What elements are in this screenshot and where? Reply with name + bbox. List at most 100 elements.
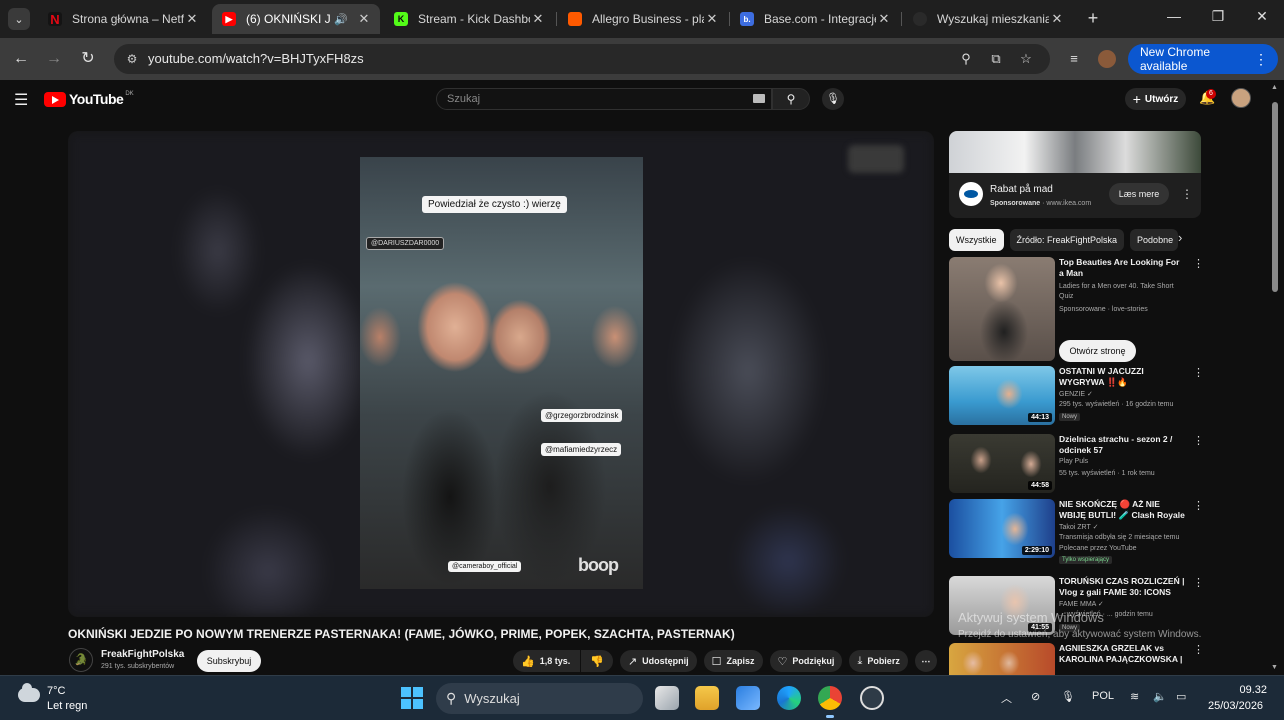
clock-time[interactable]: 09.32 — [1239, 684, 1267, 696]
url-text[interactable]: youtube.com/watch?v=BHJTyxFH8zs — [148, 51, 364, 66]
tab-base[interactable]: b. Base.com - Integracje ✕ — [730, 4, 900, 34]
kebab-menu-icon[interactable]: ⋮ — [1193, 434, 1204, 447]
like-button[interactable]: 👍 1,8 tys. — [513, 650, 581, 672]
list-item[interactable]: AGNIESZKA GRZELAK vs KAROLINA PAJĄCZKOWS… — [949, 643, 1209, 675]
subscriber-count: 291 tys. subskrybentów — [101, 663, 175, 670]
edge-icon[interactable] — [777, 686, 801, 710]
clock-date[interactable]: 25/03/2026 — [1208, 700, 1263, 712]
weather-description[interactable]: Let regn — [47, 700, 87, 712]
windows-start-icon[interactable] — [401, 687, 423, 709]
youtube-logo[interactable]: YouTube DK — [44, 91, 134, 107]
media-control-icon[interactable]: ≡ — [1063, 48, 1085, 70]
cloud-rain-icon[interactable] — [18, 683, 40, 702]
forward-icon[interactable]: → — [43, 48, 65, 70]
video-player[interactable]: Powiedział że czysto :) wierzę @DARIUSZD… — [68, 131, 934, 617]
maximize-icon[interactable]: ❐ — [1208, 8, 1228, 25]
search-button[interactable]: ⚲ — [772, 88, 810, 110]
file-explorer-icon[interactable] — [695, 686, 719, 710]
network-off-icon[interactable]: ⊘ — [1031, 690, 1040, 703]
wifi-icon[interactable]: ≋ — [1130, 690, 1139, 703]
kebab-menu-icon[interactable]: ⋮ — [1193, 576, 1204, 589]
reload-icon[interactable]: ↻ — [77, 48, 99, 70]
tab-youtube[interactable]: ▶ (6) OKNIŃSKI JEDZIE 🔊 ✕ — [212, 4, 380, 34]
bookmark-star-icon[interactable]: ☆ — [1017, 50, 1035, 68]
kebab-menu-icon[interactable]: ⋮ — [1193, 643, 1204, 656]
share-button[interactable]: ↗ Udostępnij — [619, 650, 697, 672]
microphone-icon[interactable]: 🎙 — [1061, 690, 1075, 703]
chip-source[interactable]: Źródło: FreakFightPolska — [1009, 229, 1125, 251]
kebab-menu-icon[interactable]: ⋮ — [1193, 499, 1204, 512]
tab-kick[interactable]: K Stream - Kick Dashboard ✕ — [384, 4, 554, 34]
kebab-menu-icon[interactable]: ⋮ — [1193, 257, 1204, 270]
close-icon[interactable]: ✕ — [1049, 11, 1065, 27]
chevron-right-icon[interactable]: › — [1178, 230, 1182, 245]
close-window-icon[interactable]: ✕ — [1252, 8, 1272, 25]
chevron-up-icon[interactable]: ︿ — [1001, 690, 1012, 706]
kebab-menu-icon[interactable]: ⋮ — [1254, 51, 1268, 68]
thanks-button[interactable]: ♡ Podziękuj — [769, 650, 843, 672]
list-item[interactable]: 2:29:10 NIE SKOŃCZĘ 🔴 AŻ NIE WBIJĘ BUTLI… — [949, 499, 1209, 571]
ad-cta-button[interactable]: Læs mere — [1109, 183, 1169, 205]
save-button[interactable]: ☐ Zapisz — [703, 650, 763, 672]
kebab-menu-icon[interactable]: ⋮ — [1181, 187, 1193, 201]
address-bar[interactable]: ⚙ youtube.com/watch?v=BHJTyxFH8zs ⚲ ⧉ ☆ — [114, 44, 1050, 74]
search-box[interactable]: Szukaj — [436, 88, 772, 110]
more-actions-icon[interactable]: ⋯ — [914, 650, 937, 672]
voice-search-icon[interactable]: 🎙 — [822, 88, 844, 110]
site-info-icon[interactable]: ⚙ — [122, 49, 142, 69]
battery-icon[interactable]: ▭ — [1176, 690, 1186, 703]
hamburger-menu-icon[interactable]: ☰ — [14, 90, 28, 110]
task-view-icon[interactable] — [655, 686, 679, 710]
dislike-button[interactable]: 👎 — [581, 650, 613, 672]
close-icon[interactable]: ✕ — [876, 11, 892, 27]
microsoft-store-icon[interactable] — [736, 686, 760, 710]
open-site-button[interactable]: Otwórz stronę — [1059, 340, 1136, 362]
scroll-up-icon[interactable]: ▲ — [1271, 84, 1278, 91]
volume-icon[interactable]: 🔈 — [1153, 690, 1167, 703]
list-item[interactable]: 44:58 Dzielnica strachu - sezon 2 / odci… — [949, 434, 1209, 494]
video-thumbnail[interactable] — [949, 643, 1055, 675]
video-thumbnail[interactable]: 44:13 — [949, 366, 1055, 425]
video-thumbnail[interactable]: 44:58 — [949, 434, 1055, 493]
chrome-icon[interactable] — [818, 686, 842, 718]
create-button[interactable]: + Utwórz — [1125, 88, 1186, 110]
sponsored-ad-card[interactable]: Rabat på mad Sponsorowane · www.ikea.com… — [949, 131, 1201, 218]
close-icon[interactable]: ✕ — [704, 11, 720, 27]
keyboard-icon[interactable] — [753, 94, 765, 103]
channel-name[interactable]: FreakFightPolska — [101, 649, 184, 660]
scrollbar-thumb[interactable] — [1272, 102, 1278, 292]
close-icon[interactable]: ✕ — [184, 11, 200, 27]
close-icon[interactable]: ✕ — [530, 11, 546, 27]
chip-all[interactable]: Wszystkie — [949, 229, 1004, 251]
new-chrome-available-button[interactable]: New Chrome available ⋮ — [1128, 44, 1278, 74]
install-app-icon[interactable]: ⧉ — [987, 50, 1005, 68]
download-button[interactable]: ⤓ Pobierz — [849, 650, 908, 672]
ikea-logo-icon — [959, 182, 983, 206]
extension-icon[interactable] — [1098, 50, 1116, 68]
zoom-icon[interactable]: ⚲ — [957, 50, 975, 68]
language-indicator[interactable]: POL — [1092, 690, 1114, 702]
channel-avatar[interactable]: 🐊 — [69, 648, 93, 672]
user-avatar[interactable] — [1231, 88, 1251, 108]
page-scrollbar[interactable]: ▲ ▼ — [1270, 84, 1280, 674]
chip-similar[interactable]: Podobne — [1130, 229, 1179, 251]
taskbar-search[interactable]: ⚲ Wyszukaj — [436, 683, 643, 714]
app-recording-icon[interactable] — [860, 686, 884, 710]
tab-netflix[interactable]: N Strona główna – Netflix ✕ — [38, 4, 208, 34]
close-icon[interactable]: ✕ — [356, 11, 372, 27]
temperature[interactable]: 7°C — [47, 685, 65, 697]
tab-allegro[interactable]: Allegro Business - platforma ✕ — [558, 4, 728, 34]
video-thumbnail[interactable] — [949, 257, 1055, 361]
speaker-icon[interactable]: 🔊 — [334, 13, 348, 26]
kebab-menu-icon[interactable]: ⋮ — [1193, 366, 1204, 379]
list-item[interactable]: 44:13 OSTATNI W JACUZZI WYGRYWA ‼️🔥 GENZ… — [949, 366, 1209, 426]
tab-search-icon[interactable]: ⌄ — [8, 8, 30, 30]
tab-apartments[interactable]: Wyszukaj mieszkania ✕ — [903, 4, 1073, 34]
subscribe-button[interactable]: Subskrybuj — [197, 650, 261, 672]
back-icon[interactable]: ← — [10, 48, 32, 70]
minimize-icon[interactable]: — — [1164, 8, 1184, 24]
list-item[interactable]: Top Beauties Are Looking For a Man Ladie… — [949, 257, 1209, 363]
scroll-down-icon[interactable]: ▼ — [1271, 664, 1278, 671]
video-thumbnail[interactable]: 2:29:10 — [949, 499, 1055, 558]
new-tab-icon[interactable]: + — [1083, 8, 1103, 28]
